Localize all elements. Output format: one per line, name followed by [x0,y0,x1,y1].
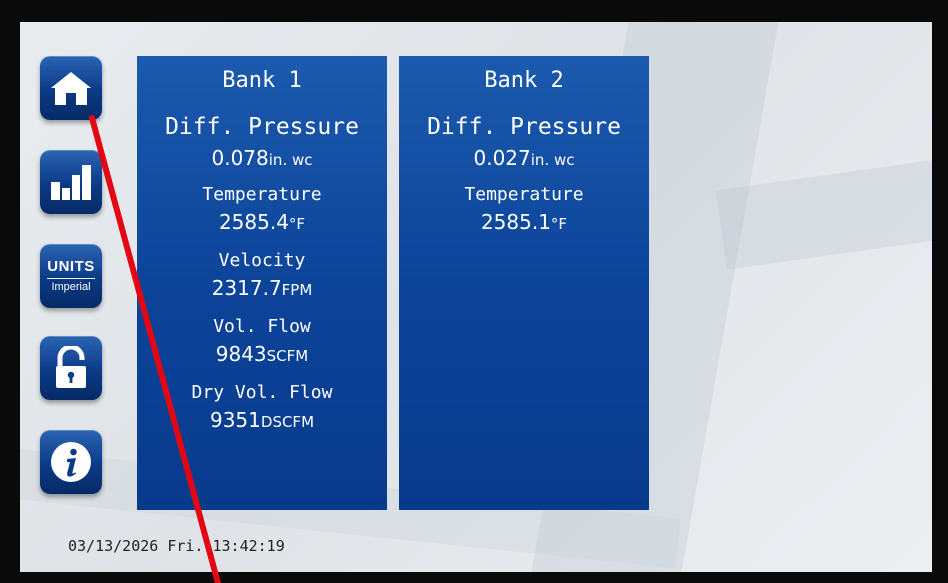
pointer-annotation [89,115,221,583]
pointer-line [89,115,221,583]
